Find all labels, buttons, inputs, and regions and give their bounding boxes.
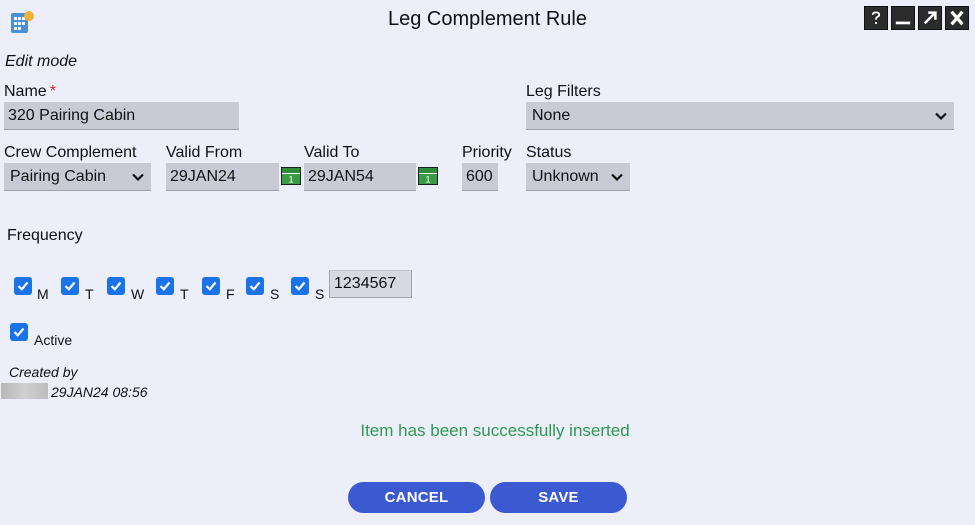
status-label: Status (526, 144, 572, 161)
valid-from-calendar-button[interactable]: 1 (281, 167, 301, 190)
leg-filters-value: None (532, 106, 571, 124)
name-label-text: Name (4, 83, 47, 100)
day-label: S (315, 286, 325, 302)
leg-filters-label: Leg Filters (526, 83, 601, 100)
valid-to-label: Valid To (304, 144, 360, 161)
minimize-icon (895, 21, 911, 25)
frequency-day-thu[interactable] (156, 277, 174, 298)
svg-text:1: 1 (425, 175, 430, 185)
day-label: T (180, 286, 189, 302)
name-input[interactable]: 320 Pairing Cabin (4, 102, 239, 130)
valid-from-label: Valid From (166, 144, 243, 161)
active-label: Active (34, 332, 73, 348)
priority-label: Priority (462, 144, 512, 161)
check-icon (249, 281, 261, 291)
success-message: Item has been successfully inserted (360, 421, 630, 440)
day-label: F (226, 286, 235, 302)
cancel-button[interactable]: CANCEL (348, 482, 485, 513)
valid-to-input[interactable]: 29JAN54 (304, 163, 416, 191)
redacted-username (1, 383, 48, 399)
check-icon (159, 281, 171, 291)
maximize-button[interactable] (918, 6, 942, 30)
frequency-day-sat[interactable] (246, 277, 264, 298)
chevron-down-icon (611, 173, 623, 181)
check-icon (64, 281, 76, 291)
frequency-day-tue[interactable] (61, 277, 79, 298)
chevron-down-icon (132, 173, 144, 181)
chevron-down-icon (935, 112, 947, 120)
frequency-day-mon[interactable] (14, 277, 32, 298)
maximize-icon (923, 11, 937, 25)
day-label: M (37, 286, 49, 302)
day-label: W (131, 286, 145, 302)
checkbox[interactable] (107, 277, 125, 295)
status-value: Unknown (532, 167, 599, 185)
frequency-day-wed[interactable] (107, 277, 125, 298)
frequency-day-sun[interactable] (291, 277, 309, 298)
required-mark: * (49, 83, 56, 100)
name-label: Name * (4, 83, 56, 101)
frequency-input[interactable]: 1234567 (329, 270, 412, 298)
checkbox[interactable] (61, 277, 79, 295)
check-icon (205, 281, 217, 291)
close-icon (950, 10, 964, 26)
calendar-icon: 1 (281, 167, 301, 185)
checkbox[interactable] (202, 277, 220, 295)
check-icon (294, 281, 306, 291)
created-by-label: Created by (9, 364, 78, 380)
help-button[interactable] (864, 6, 888, 30)
day-label: T (85, 286, 94, 302)
close-button[interactable] (945, 6, 969, 30)
active-checkbox[interactable] (10, 323, 28, 344)
svg-text:1: 1 (288, 175, 293, 185)
frequency-day-fri[interactable] (202, 277, 220, 298)
day-label: S (270, 286, 280, 302)
checkbox[interactable] (14, 277, 32, 295)
check-icon (110, 281, 122, 291)
window-title: Leg Complement Rule (388, 8, 587, 30)
crew-complement-select[interactable]: Pairing Cabin (4, 163, 151, 191)
check-icon (17, 281, 29, 291)
priority-input[interactable]: 600 (462, 163, 498, 191)
crew-complement-value: Pairing Cabin (10, 167, 107, 185)
checkbox[interactable] (10, 323, 28, 341)
edit-mode-label: Edit mode (5, 53, 78, 70)
crew-complement-label: Crew Complement (4, 144, 137, 161)
status-select[interactable]: Unknown (526, 163, 630, 191)
minimize-button[interactable] (891, 6, 915, 30)
created-timestamp: 29JAN24 08:56 (51, 384, 148, 400)
save-button[interactable]: SAVE (490, 482, 627, 513)
checkbox[interactable] (246, 277, 264, 295)
calendar-icon: 1 (418, 167, 438, 185)
valid-from-input[interactable]: 29JAN24 (166, 163, 279, 191)
valid-to-calendar-button[interactable]: 1 (418, 167, 438, 190)
help-icon (871, 11, 881, 24)
checkbox[interactable] (156, 277, 174, 295)
check-icon (13, 327, 25, 337)
leg-filters-select[interactable]: None (526, 102, 954, 130)
frequency-label: Frequency (7, 227, 83, 244)
checkbox[interactable] (291, 277, 309, 295)
